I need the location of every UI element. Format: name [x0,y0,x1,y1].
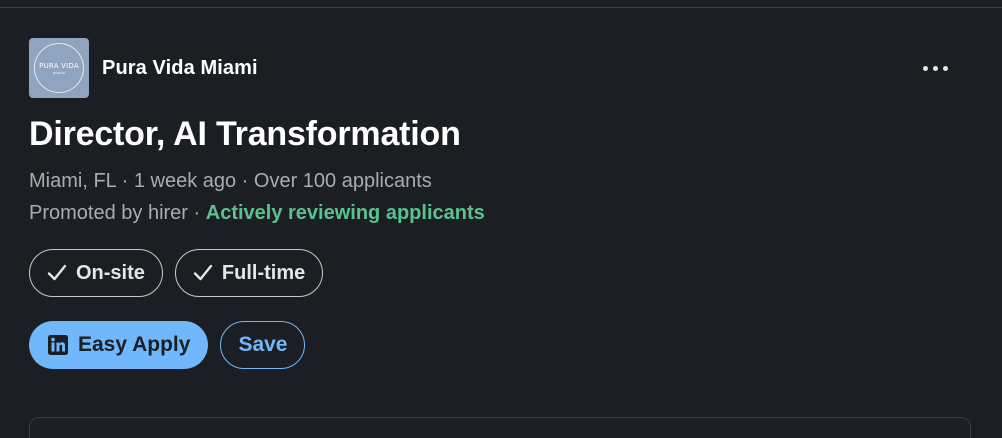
job-title: Director, AI Transformation [29,115,461,153]
company-logo[interactable]: PURA VIDA miami [29,38,89,98]
meta-separator: · [236,170,254,192]
easy-apply-button[interactable]: Easy Apply [29,321,209,369]
promoted-label: Promoted by hirer [29,202,188,224]
top-divider [0,7,1002,8]
job-insight-chips: On-site Full-time [29,249,324,297]
chip-label: On-site [76,261,145,284]
logo-text: PURA VIDA [39,61,79,70]
chip-workplace-type[interactable]: On-site [29,249,163,297]
next-section-card [29,417,971,438]
meta-separator: · [187,202,206,224]
job-meta-secondary: Promoted by hirer · Actively reviewing a… [29,200,485,226]
job-applicant-count: Over 100 applicants [253,170,432,192]
save-label: Save [238,333,288,356]
ellipsis-horizontal-icon [922,65,928,71]
ellipsis-dot [942,65,948,71]
job-details-panel: PURA VIDA miami Pura Vida Miami Director… [0,0,1002,438]
logo-ring: PURA VIDA miami [34,43,84,93]
chip-employment-type[interactable]: Full-time [174,249,324,297]
job-meta-primary: Miami, FL · 1 week ago · Over 100 applic… [29,168,432,194]
checkmark-icon [192,262,214,284]
meta-separator: · [116,170,134,192]
logo-subtext: miami [52,69,66,75]
company-name-link[interactable]: Pura Vida Miami [102,57,258,80]
company-row: PURA VIDA miami Pura Vida Miami [29,38,258,98]
chip-label: Full-time [221,261,306,284]
save-job-button[interactable]: Save [220,321,306,369]
more-options-button[interactable] [910,52,960,84]
hiring-status: Actively reviewing applicants [205,202,485,224]
job-location: Miami, FL [29,170,117,192]
easy-apply-label: Easy Apply [78,333,191,356]
job-posted-time: 1 week ago [133,170,237,192]
ellipsis-dot [932,65,938,71]
linkedin-icon [47,334,69,356]
job-actions: Easy Apply Save [29,321,306,369]
checkmark-icon [46,262,68,284]
